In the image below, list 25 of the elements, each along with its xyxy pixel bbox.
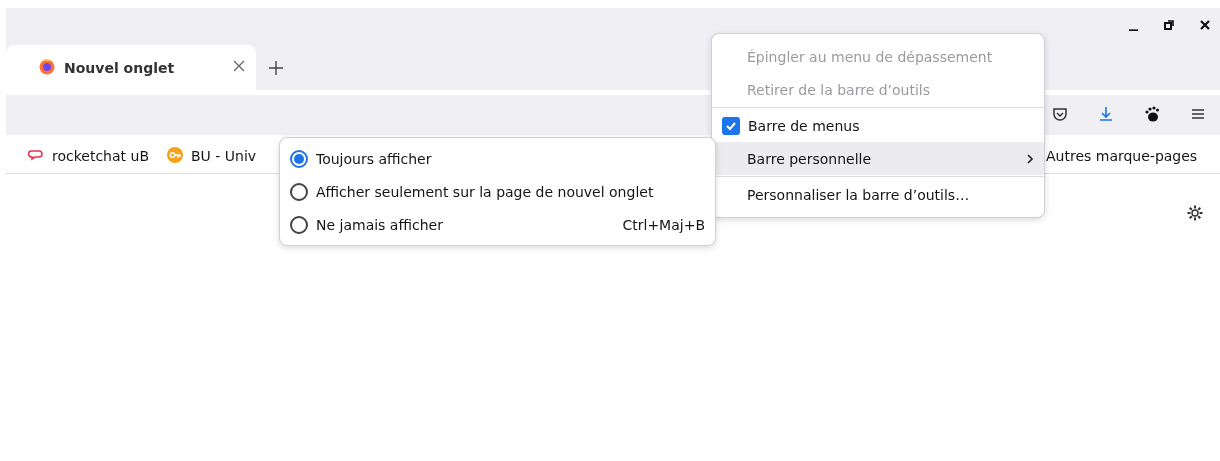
restore-icon [1162,18,1176,32]
shortcut-label: Ctrl+Maj+B [622,216,705,233]
download-icon [1097,104,1115,123]
key-icon [167,146,183,163]
bookmark-item[interactable]: rocketchat uB [28,146,149,166]
settings-icon[interactable] [1186,204,1204,222]
minimize-icon [1128,29,1138,31]
bookmark-folder[interactable]: Autres marque-pages [1046,148,1198,164]
menu-item[interactable]: Afficher seulement sur la page de nouvel onglet [280,175,715,208]
browser-logo-icon [38,57,56,75]
browser-tab[interactable]: Nouvel onglet [6,45,256,90]
close-icon[interactable] [232,59,246,73]
bookmark-item[interactable]: BU - Univ [167,146,257,166]
close-icon [1198,18,1212,32]
radio-button[interactable] [290,149,308,168]
radio-button[interactable] [290,215,308,234]
checkbox[interactable] [722,116,740,135]
chevron-icon [1026,153,1034,164]
footprint-icon [1143,104,1161,123]
menu-item[interactable]: Barre de menus [712,109,1044,142]
menu-item[interactable]: Personnaliser la barre d’outils… [712,178,1044,211]
menu-item[interactable]: Toujours afficher [280,142,715,175]
radio-button[interactable] [290,182,308,201]
menu-item[interactable]: Ne jamais afficher Ctrl+Maj+B [280,208,715,241]
plus-icon [268,59,284,76]
